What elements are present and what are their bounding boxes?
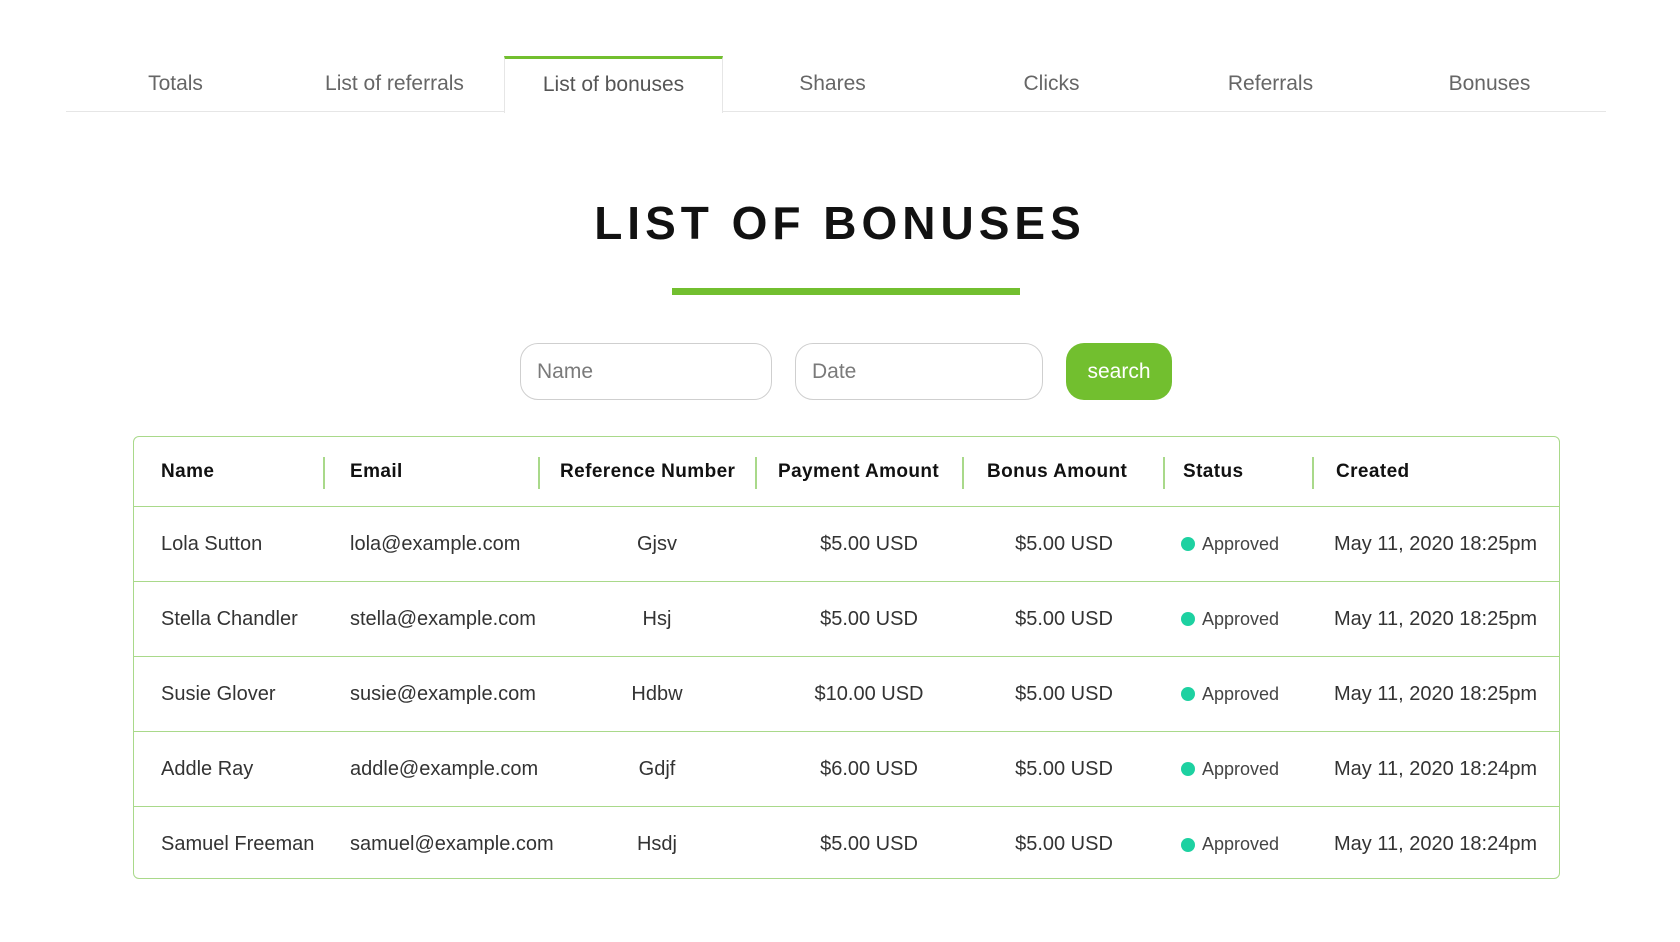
tab-shares[interactable]: Shares <box>723 56 942 112</box>
status-dot-icon <box>1181 762 1195 776</box>
cell-payment-amount: $5.00 USD <box>820 607 918 630</box>
status-label: Approved <box>1202 758 1280 779</box>
status-dot-icon <box>1181 687 1195 701</box>
search-button[interactable]: search <box>1066 343 1172 400</box>
table-header-row: Name Email Reference Number Payment Amou… <box>134 437 1559 507</box>
cell-name: Stella Chandler <box>161 607 298 630</box>
cell-created: May 11, 2020 18:25pm <box>1334 532 1538 555</box>
cell-reference-number: Gjsv <box>637 532 677 555</box>
tab-bar: Totals List of referrals List of bonuses… <box>66 56 1606 113</box>
column-separator <box>1312 457 1314 489</box>
date-input[interactable] <box>795 343 1043 400</box>
column-header-name: Name <box>161 460 215 482</box>
cell-payment-amount: $5.00 USD <box>820 532 918 555</box>
bonuses-table: Name Email Reference Number Payment Amou… <box>133 436 1560 879</box>
column-separator <box>538 457 540 489</box>
cell-bonus-amount: $5.00 USD <box>1015 607 1113 630</box>
cell-status: Approved <box>1181 582 1279 656</box>
page-title: LIST OF BONUSES <box>594 197 1086 249</box>
title-underline <box>672 288 1020 295</box>
cell-status: Approved <box>1181 657 1279 731</box>
tab-totals[interactable]: Totals <box>66 56 285 112</box>
column-separator <box>755 457 757 489</box>
cell-payment-amount: $6.00 USD <box>820 757 918 780</box>
cell-email: susie@example.com <box>350 682 536 705</box>
status-label: Approved <box>1202 533 1280 554</box>
cell-reference-number: Gdjf <box>638 757 676 780</box>
cell-bonus-amount: $5.00 USD <box>1015 682 1113 705</box>
cell-bonus-amount: $5.00 USD <box>1015 757 1113 780</box>
cell-email: stella@example.com <box>350 607 536 630</box>
cell-created: May 11, 2020 18:24pm <box>1334 757 1538 780</box>
column-separator <box>1163 457 1165 489</box>
tab-clicks[interactable]: Clicks <box>942 56 1161 112</box>
table-row: Addle Ray addle@example.com Gdjf $6.00 U… <box>134 732 1559 807</box>
cell-reference-number: Hsdj <box>636 833 677 855</box>
table-row: Stella Chandler stella@example.com Hsj $… <box>134 582 1559 657</box>
cell-reference-number: Hsj <box>642 607 672 630</box>
cell-email: addle@example.com <box>350 757 539 780</box>
column-header-status: Status <box>1183 460 1244 482</box>
column-header-email: Email <box>350 460 403 482</box>
cell-name: Samuel Freeman <box>161 833 315 855</box>
cell-email: samuel@example.com <box>350 833 554 855</box>
cell-name: Susie Glover <box>161 682 276 705</box>
name-input[interactable] <box>520 343 772 400</box>
cell-created: May 11, 2020 18:24pm <box>1334 833 1538 855</box>
tab-referrals[interactable]: Referrals <box>1161 56 1380 112</box>
tab-list-of-referrals[interactable]: List of referrals <box>285 56 504 112</box>
status-label: Approved <box>1202 683 1280 704</box>
tab-list-of-bonuses[interactable]: List of bonuses <box>504 56 723 113</box>
cell-email: lola@example.com <box>350 532 521 555</box>
column-header-payment-amount: Payment Amount <box>778 460 940 482</box>
cell-bonus-amount: $5.00 USD <box>1015 833 1113 855</box>
table-row: Susie Glover susie@example.com Hdbw $10.… <box>134 657 1559 732</box>
cell-bonus-amount: $5.00 USD <box>1015 532 1113 555</box>
cell-status: Approved <box>1181 732 1279 806</box>
cell-created: May 11, 2020 18:25pm <box>1334 682 1538 705</box>
cell-created: May 11, 2020 18:25pm <box>1334 607 1538 630</box>
status-dot-icon <box>1181 612 1195 626</box>
status-dot-icon <box>1181 537 1195 551</box>
tab-bonuses[interactable]: Bonuses <box>1380 56 1599 112</box>
cell-name: Lola Sutton <box>161 532 263 555</box>
column-header-bonus-amount: Bonus Amount <box>987 460 1128 482</box>
column-separator <box>962 457 964 489</box>
column-header-created: Created <box>1336 460 1410 482</box>
cell-reference-number: Hdbw <box>631 682 683 705</box>
status-label: Approved <box>1202 608 1280 629</box>
status-dot-icon <box>1181 837 1195 852</box>
column-separator <box>323 457 325 489</box>
table-row: Lola Sutton lola@example.com Gjsv $5.00 … <box>134 507 1559 582</box>
cell-payment-amount: $10.00 USD <box>814 682 924 705</box>
cell-payment-amount: $5.00 USD <box>820 833 918 855</box>
cell-status: Approved <box>1181 807 1280 878</box>
cell-name: Addle Ray <box>161 757 254 780</box>
table-row: Samuel Freeman samuel@example.com Hsdj $… <box>134 807 1559 878</box>
cell-status: Approved <box>1181 507 1279 581</box>
status-label: Approved <box>1202 834 1280 854</box>
column-header-reference-number: Reference Number <box>560 460 736 482</box>
